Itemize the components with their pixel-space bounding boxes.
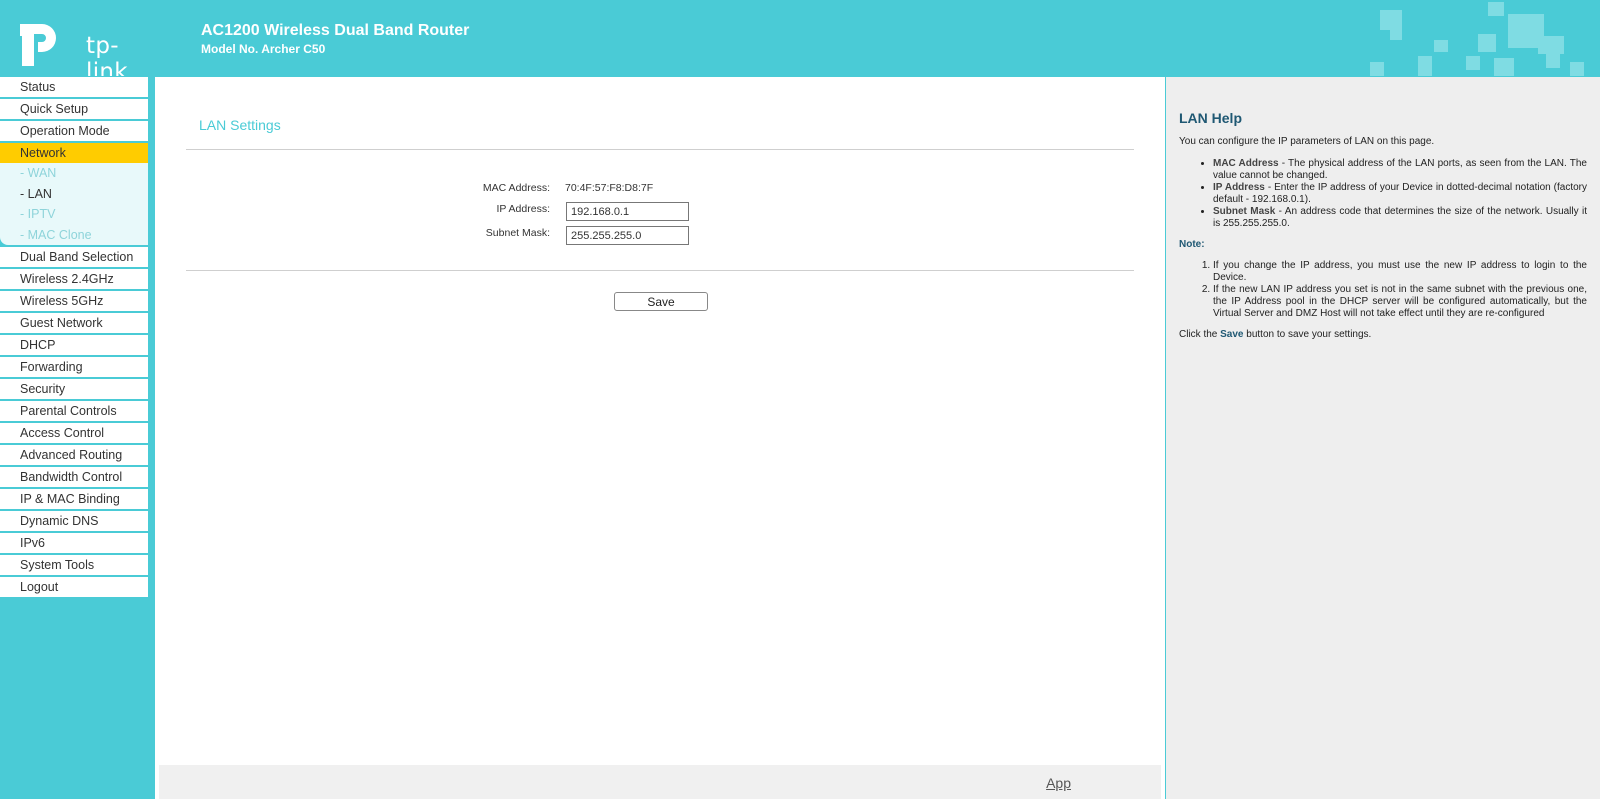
help-note-item: If the new LAN IP address you set is not…: [1213, 284, 1587, 320]
sidebar-subitem-lan[interactable]: - LAN: [0, 184, 148, 205]
network-submenu: - WAN - LAN - IPTV - MAC Clone: [0, 163, 148, 245]
sidebar: Status Quick Setup Operation Mode Networ…: [0, 77, 148, 599]
page-title: LAN Settings: [199, 117, 281, 133]
sidebar-item-wireless-24ghz[interactable]: Wireless 2.4GHz: [0, 269, 148, 289]
sidebar-subitem-mac-clone[interactable]: - MAC Clone: [0, 225, 148, 246]
divider-top: [186, 149, 1134, 150]
help-term: MAC Address: [1213, 158, 1279, 169]
help-panel: LAN Help You can configure the IP parame…: [1166, 77, 1600, 799]
sidebar-item-system-tools[interactable]: System Tools: [0, 555, 148, 575]
sidebar-item-guest-network[interactable]: Guest Network: [0, 313, 148, 333]
help-term: Subnet Mask: [1213, 206, 1276, 217]
footer-bar: App: [159, 765, 1161, 799]
sidebar-item-dual-band-selection[interactable]: Dual Band Selection: [0, 247, 148, 267]
help-footer-post: button to save your settings.: [1243, 329, 1372, 340]
sidebar-item-ipv6[interactable]: IPv6: [0, 533, 148, 553]
router-title: AC1200 Wireless Dual Band Router: [201, 22, 470, 39]
help-item-mac: MAC Address - The physical address of th…: [1213, 158, 1587, 182]
ip-address-input[interactable]: [566, 202, 689, 221]
sidebar-item-quick-setup[interactable]: Quick Setup: [0, 99, 148, 119]
brand-name: tp-link: [86, 33, 128, 76]
tp-link-logo-icon: [20, 24, 56, 66]
help-notes: If you change the IP address, you must u…: [1179, 260, 1587, 320]
sidebar-subitem-wan[interactable]: - WAN: [0, 163, 148, 184]
sidebar-item-dhcp[interactable]: DHCP: [0, 335, 148, 355]
mac-address-label: MAC Address:: [482, 182, 550, 194]
sidebar-item-access-control[interactable]: Access Control: [0, 423, 148, 443]
help-note-title: Note:: [1179, 239, 1205, 250]
help-footer-save: Save: [1220, 329, 1244, 340]
header: tp-link AC1200 Wireless Dual Band Router…: [0, 0, 1600, 76]
help-item-ip: IP Address - Enter the IP address of you…: [1213, 182, 1587, 206]
help-note-item: If you change the IP address, you must u…: [1213, 260, 1587, 284]
sidebar-item-operation-mode[interactable]: Operation Mode: [0, 121, 148, 141]
sidebar-item-logout[interactable]: Logout: [0, 577, 148, 597]
tp-link-logo[interactable]: tp-link: [20, 20, 132, 76]
sidebar-item-bandwidth-control[interactable]: Bandwidth Control: [0, 467, 148, 487]
sidebar-item-status[interactable]: Status: [0, 77, 148, 97]
help-footer: Click the Save button to save your setti…: [1179, 329, 1587, 341]
subnet-mask-label: Subnet Mask:: [485, 227, 550, 239]
divider-bottom: [186, 270, 1134, 271]
model-number: Model No. Archer C50: [201, 42, 326, 56]
help-title: LAN Help: [1179, 110, 1242, 126]
sidebar-subitem-iptv[interactable]: - IPTV: [0, 204, 148, 225]
sidebar-item-security[interactable]: Security: [0, 379, 148, 399]
sidebar-item-network[interactable]: Network: [0, 143, 148, 163]
mac-address-value: 70:4F:57:F8:D8:7F: [565, 182, 654, 194]
sidebar-item-dynamic-dns[interactable]: Dynamic DNS: [0, 511, 148, 531]
help-text: - Enter the IP address of your Device in…: [1213, 182, 1587, 205]
app-link[interactable]: App: [1046, 775, 1071, 791]
help-list: MAC Address - The physical address of th…: [1179, 158, 1587, 230]
header-decoration: [1370, 2, 1584, 76]
main-panel: LAN Settings MAC Address: 70:4F:57:F8:D8…: [155, 77, 1165, 799]
sidebar-item-forwarding[interactable]: Forwarding: [0, 357, 148, 377]
help-footer-pre: Click the: [1179, 329, 1221, 340]
sidebar-item-parental-controls[interactable]: Parental Controls: [0, 401, 148, 421]
save-button[interactable]: Save: [614, 292, 708, 311]
subnet-mask-input[interactable]: [566, 226, 689, 245]
sidebar-item-advanced-routing[interactable]: Advanced Routing: [0, 445, 148, 465]
help-term: IP Address: [1213, 182, 1265, 193]
sidebar-item-ip-mac-binding[interactable]: IP & MAC Binding: [0, 489, 148, 509]
help-item-mask: Subnet Mask - An address code that deter…: [1213, 206, 1587, 230]
sidebar-item-wireless-5ghz[interactable]: Wireless 5GHz: [0, 291, 148, 311]
ip-address-label: IP Address:: [496, 203, 550, 215]
help-intro: You can configure the IP parameters of L…: [1179, 136, 1435, 147]
